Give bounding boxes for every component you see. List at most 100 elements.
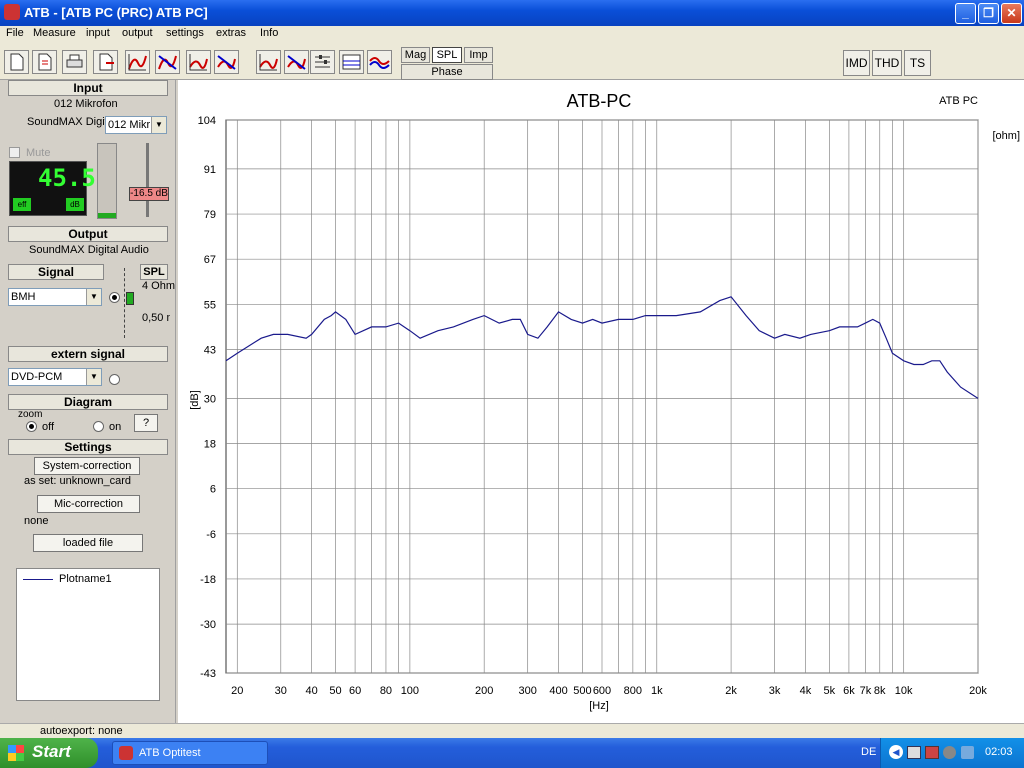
measure-mag-button[interactable] xyxy=(125,50,150,74)
x-tick-label: 20 xyxy=(231,685,243,697)
title-bar: ATB - [ATB PC (PRC) ATB PC] _ ❐ ✕ xyxy=(0,0,1024,26)
output-device: SoundMAX Digital Audio xyxy=(29,244,149,256)
menu-settings[interactable]: settings xyxy=(164,27,206,39)
zoom-off-radio[interactable] xyxy=(26,421,37,432)
meter-db-tag: dB xyxy=(66,198,84,211)
x-tick-label: 100 xyxy=(401,685,419,697)
export-button[interactable] xyxy=(93,50,118,74)
thd-button[interactable]: THD xyxy=(872,50,902,76)
extern-signal-combo[interactable]: DVD-PCM ▼ xyxy=(8,368,102,386)
volt-label: 0,50 m xyxy=(142,312,170,324)
mute-label: Mute xyxy=(26,147,51,159)
menu-file[interactable]: File xyxy=(4,27,26,39)
plot-list[interactable]: Plotname1 xyxy=(16,568,160,701)
menu-output[interactable]: output xyxy=(120,27,155,39)
input-level-fill xyxy=(98,213,116,218)
chart-corner-label: ATB PC xyxy=(939,95,978,107)
spl-header: SPL xyxy=(140,264,168,280)
ohm-label: 4 Ohm xyxy=(142,280,176,292)
tray-app-icon[interactable] xyxy=(925,746,939,759)
maximize-button[interactable]: ❐ xyxy=(978,3,999,24)
red-curve-icon xyxy=(128,54,147,71)
tab-spl[interactable]: SPL xyxy=(432,47,462,63)
tab-imp[interactable]: Imp xyxy=(464,47,493,63)
signal-value: BMH xyxy=(11,291,36,303)
x-tick-label: 80 xyxy=(380,685,392,697)
start-label: Start xyxy=(32,742,71,761)
start-button[interactable]: Start xyxy=(0,738,98,768)
taskbar-app-button[interactable]: ATB Optitest xyxy=(112,741,268,765)
measure-imp-button[interactable] xyxy=(186,50,211,74)
measure-phase-button[interactable] xyxy=(214,50,239,74)
x-tick-label: 6k xyxy=(843,685,855,697)
y-tick-label: 43 xyxy=(204,344,216,356)
toolbar xyxy=(0,44,1024,80)
input-device-combo[interactable]: 012 Mikr ▼ xyxy=(105,116,167,134)
open-file-button[interactable] xyxy=(32,50,57,74)
system-correction-button[interactable]: System-correction xyxy=(34,457,140,475)
y-tick-label: -18 xyxy=(200,574,216,586)
input-device-label: SoundMAX Digit xyxy=(27,116,108,128)
close-button[interactable]: ✕ xyxy=(1001,3,1022,24)
y-tick-label: 79 xyxy=(204,209,216,221)
x-tick-label: 3k xyxy=(769,685,781,697)
signal-radio[interactable] xyxy=(109,292,120,303)
signal-level-thumb[interactable] xyxy=(126,292,134,305)
x-tick-label: 7k xyxy=(860,685,872,697)
tray-utility-icon[interactable] xyxy=(961,746,974,759)
settings-header: Settings xyxy=(8,439,168,455)
right-unit-label: [ohm] xyxy=(992,130,1020,142)
imd-button[interactable]: IMD xyxy=(843,50,870,76)
signal-combo[interactable]: BMH ▼ xyxy=(8,288,102,306)
system-correction-value: as set: unknown_card xyxy=(24,475,132,487)
tab-mag[interactable]: Mag xyxy=(401,47,430,63)
minimize-button[interactable]: _ xyxy=(955,3,976,24)
chart-setup-button[interactable] xyxy=(339,50,364,74)
menu-input[interactable]: input xyxy=(84,27,112,39)
loaded-file-button[interactable]: loaded file xyxy=(33,534,143,552)
y-tick-label: 6 xyxy=(210,484,216,496)
sliders-button[interactable] xyxy=(310,50,335,74)
open-document-icon xyxy=(38,53,52,71)
y-axis-label: [dB] xyxy=(189,390,201,410)
overlay-cross-button[interactable] xyxy=(284,50,309,74)
ts-button[interactable]: TS xyxy=(904,50,931,76)
chart-grid xyxy=(225,119,979,674)
y-tick-label: 104 xyxy=(198,115,216,127)
x-tick-label: 500 xyxy=(573,685,591,697)
meter-value: 45.5 xyxy=(38,164,96,192)
taskbar-app-label: ATB Optitest xyxy=(139,747,201,759)
curves-button[interactable] xyxy=(367,50,392,74)
print-button[interactable] xyxy=(62,50,87,74)
menu-extras[interactable]: extras xyxy=(214,27,248,39)
zoom-on-radio[interactable] xyxy=(93,421,104,432)
menu-measure[interactable]: Measure xyxy=(31,27,78,39)
tab-phase[interactable]: Phase xyxy=(401,64,493,80)
spl-chart[interactable]: 104 91 79 67 55 43 30 18 6 -6 -18 -30 -43 20 30 40 50 60… xyxy=(178,80,1024,723)
help-button[interactable]: ? xyxy=(134,414,158,432)
input-header: Input xyxy=(8,80,168,96)
list-item[interactable]: Plotname1 xyxy=(21,573,153,587)
speaker-icon[interactable] xyxy=(943,746,956,759)
new-file-button[interactable] xyxy=(4,50,29,74)
overlay-button[interactable] xyxy=(256,50,281,74)
language-indicator[interactable]: DE xyxy=(861,746,876,758)
mic-correction-value: none xyxy=(24,515,49,527)
y-tick-label: -6 xyxy=(206,529,216,541)
y-tick-label: -43 xyxy=(200,668,216,680)
measure-spl-button[interactable] xyxy=(155,50,180,74)
input-device-value: 012 Mikr xyxy=(108,119,151,131)
network-icon[interactable] xyxy=(907,746,921,759)
gain-value: -16.5 dB xyxy=(129,187,169,201)
extern-signal-radio[interactable] xyxy=(109,374,120,385)
mic-correction-button[interactable]: Mic-correction xyxy=(37,495,140,513)
menu-info[interactable]: Info xyxy=(258,27,280,39)
mute-checkbox[interactable] xyxy=(9,147,20,158)
plot-name: Plotname1 xyxy=(59,573,112,585)
zoom-label: zoom xyxy=(18,409,43,420)
gain-slider[interactable]: -16.5 dB xyxy=(124,143,170,219)
chevron-left-icon[interactable]: ◀ xyxy=(889,745,903,759)
zoom-on-label: on xyxy=(109,421,122,433)
menu-bar: File Measure input output settings extra… xyxy=(0,26,1024,44)
extern-signal-header: extern signal xyxy=(8,346,168,362)
